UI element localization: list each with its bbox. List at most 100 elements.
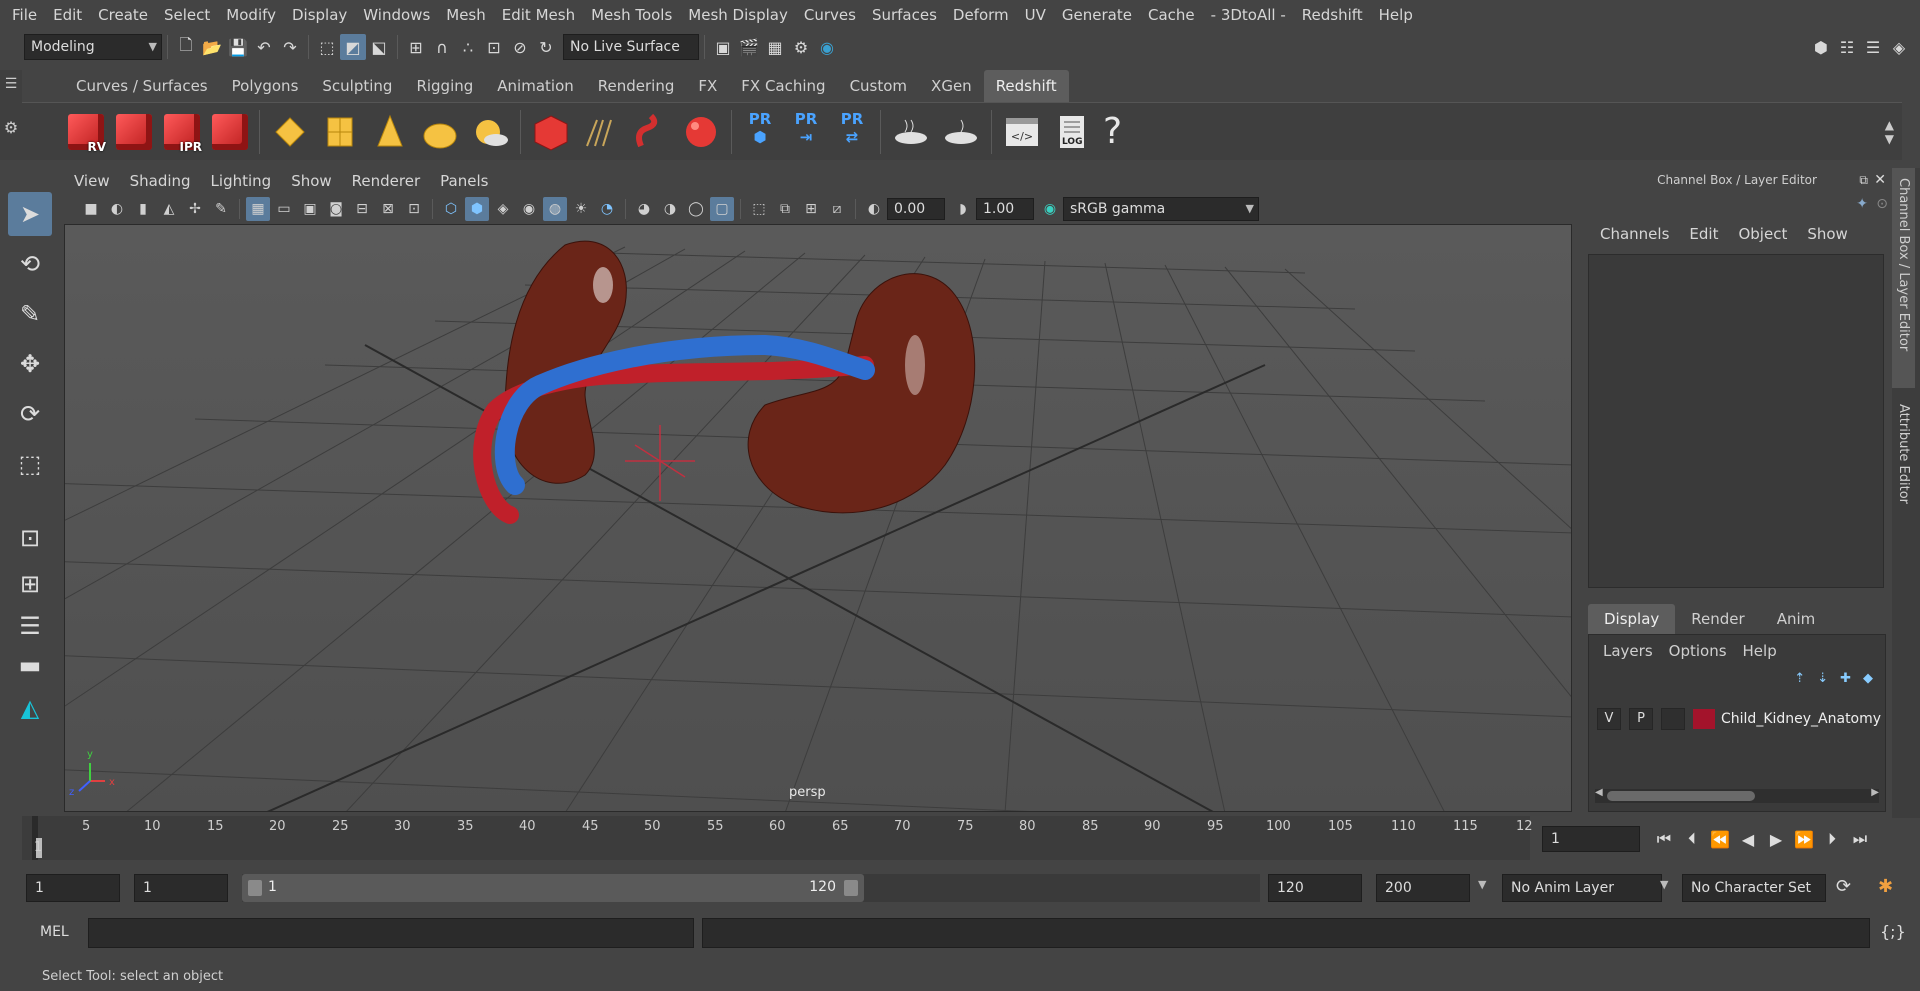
- backface-culling-icon[interactable]: ⧄: [825, 197, 849, 221]
- step-forward-icon[interactable]: ⏵: [1818, 825, 1846, 853]
- snap-curve-icon[interactable]: ∩: [429, 34, 455, 60]
- dome-light-icon[interactable]: [420, 112, 460, 152]
- two-d-pan-icon[interactable]: ✢: [183, 197, 207, 221]
- camera-attributes-icon[interactable]: ◐: [105, 197, 129, 221]
- render-view-icon[interactable]: ▣: [710, 34, 736, 60]
- play-forward-icon[interactable]: ▶: [1762, 825, 1790, 853]
- outliner-layout-icon[interactable]: ☰: [8, 608, 52, 644]
- snap-point-icon[interactable]: ∴: [455, 34, 481, 60]
- range-end-grip[interactable]: [844, 880, 858, 896]
- menu-select[interactable]: Select: [156, 0, 218, 30]
- hair-icon[interactable]: [581, 112, 621, 152]
- redshift-ipr-icon[interactable]: IPR: [162, 110, 202, 154]
- redo-icon[interactable]: ↷: [277, 34, 303, 60]
- isolate-select-icon[interactable]: ▢: [710, 197, 734, 221]
- channel-box-list[interactable]: [1588, 254, 1884, 588]
- menu-file[interactable]: File: [4, 0, 45, 30]
- viewport-menu-renderer[interactable]: Renderer: [342, 168, 430, 194]
- layer-menu-help[interactable]: Help: [1735, 639, 1785, 663]
- menu-edit-mesh[interactable]: Edit Mesh: [494, 0, 583, 30]
- layer-name[interactable]: Child_Kidney_Anatomy: [1721, 711, 1881, 727]
- tab-rigging[interactable]: Rigging: [404, 70, 485, 102]
- undo-icon[interactable]: ↶: [251, 34, 277, 60]
- color-management-icon[interactable]: ◉: [1038, 197, 1062, 221]
- depth-of-field-icon[interactable]: ◯: [684, 197, 708, 221]
- move-layer-down-icon[interactable]: ⇣: [1817, 671, 1828, 686]
- ipr-render-icon[interactable]: ▦: [762, 34, 788, 60]
- end-time-field[interactable]: 200: [1376, 874, 1470, 902]
- move-layer-up-icon[interactable]: ⇡: [1794, 671, 1805, 686]
- preferences-icon[interactable]: ✱: [1878, 876, 1893, 897]
- sync-icon[interactable]: ⊙: [1876, 196, 1888, 212]
- layer-scrollbar[interactable]: ◀ ▶: [1595, 787, 1879, 803]
- viewport-menu-panels[interactable]: Panels: [430, 168, 498, 194]
- safe-title-icon[interactable]: ⊡: [402, 197, 426, 221]
- grease-pencil-icon[interactable]: ✎: [209, 197, 233, 221]
- exposure-field[interactable]: 0.00: [887, 198, 945, 220]
- safe-action-icon[interactable]: ⊠: [376, 197, 400, 221]
- command-input[interactable]: [88, 918, 694, 948]
- playback-end-field[interactable]: 120: [1268, 874, 1362, 902]
- post-render-export-icon[interactable]: PR ⇥: [786, 110, 826, 154]
- tab-xgen[interactable]: XGen: [919, 70, 984, 102]
- textured-icon[interactable]: ◉: [517, 197, 541, 221]
- go-to-start-icon[interactable]: ⏮: [1650, 825, 1678, 853]
- manipulator-icon[interactable]: ✦: [1856, 196, 1868, 212]
- render-frame-icon[interactable]: 🎬: [736, 34, 762, 60]
- exposure-icon[interactable]: ◐: [862, 197, 886, 221]
- tab-custom[interactable]: Custom: [838, 70, 919, 102]
- sun-sky-icon[interactable]: [470, 112, 510, 152]
- layer-display-type[interactable]: [1661, 708, 1685, 730]
- new-layer-selected-icon[interactable]: ◆: [1863, 671, 1873, 686]
- gamma-field[interactable]: 1.00: [976, 198, 1034, 220]
- post-render-box-icon[interactable]: PR ⬢: [740, 110, 780, 154]
- step-forward-key-icon[interactable]: ⏩: [1790, 825, 1818, 853]
- bake-options-icon[interactable]: [941, 112, 981, 152]
- channel-box-menu-show[interactable]: Show: [1797, 214, 1857, 254]
- camera-icon[interactable]: ■: [79, 197, 103, 221]
- open-scene-icon[interactable]: 📂: [199, 34, 225, 60]
- wireframe-on-shaded-icon[interactable]: ◈: [491, 197, 515, 221]
- scroll-right-icon[interactable]: ▶: [1871, 787, 1879, 798]
- redshift-render-icon[interactable]: [114, 110, 154, 154]
- physical-light-icon[interactable]: [320, 112, 360, 152]
- single-view-layout-icon[interactable]: ⊡: [8, 516, 52, 560]
- select-hierarchy-icon[interactable]: ⬚: [314, 34, 340, 60]
- time-slider[interactable]: 1 5 10 15 20 25 30 35 40 45 50 55 60 65 …: [22, 816, 1533, 860]
- go-to-end-icon[interactable]: ⏭: [1846, 825, 1874, 853]
- menu-redshift[interactable]: Redshift: [1294, 0, 1371, 30]
- rotate-tool-icon[interactable]: ⟳: [8, 392, 52, 436]
- select-component-icon[interactable]: ⬕: [366, 34, 392, 60]
- select-object-icon[interactable]: ◩: [340, 34, 366, 60]
- auto-key-icon[interactable]: ⟳: [1836, 876, 1851, 897]
- bake-icon[interactable]: [891, 112, 931, 152]
- anim-layer-field[interactable]: No Anim Layer: [1502, 874, 1662, 902]
- menu-surfaces[interactable]: Surfaces: [864, 0, 945, 30]
- grid-toggle-icon[interactable]: ▦: [246, 197, 270, 221]
- menu-display[interactable]: Display: [284, 0, 355, 30]
- tab-fx-caching[interactable]: FX Caching: [729, 70, 837, 102]
- layout-toggle-icon[interactable]: ▬: [8, 650, 52, 680]
- tab-curves-surfaces[interactable]: Curves / Surfaces: [64, 70, 220, 102]
- step-back-key-icon[interactable]: ⏪: [1706, 825, 1734, 853]
- tab-redshift[interactable]: Redshift: [983, 70, 1069, 102]
- tool-settings-toggle-icon[interactable]: ☰: [1860, 34, 1886, 60]
- new-layer-icon[interactable]: ✚: [1840, 671, 1851, 686]
- help-icon[interactable]: ?: [1103, 111, 1122, 152]
- tab-polygons[interactable]: Polygons: [220, 70, 311, 102]
- resolution-gate-icon[interactable]: ▣: [298, 197, 322, 221]
- channel-box-menu-edit[interactable]: Edit: [1679, 214, 1728, 254]
- viewport-canvas[interactable]: x y z persp: [64, 224, 1572, 812]
- mode-dropdown[interactable]: Modeling ▼: [24, 34, 162, 60]
- chevron-down-icon[interactable]: ▼: [1660, 878, 1668, 891]
- snap-view-icon[interactable]: ⊡: [481, 34, 507, 60]
- lasso-tool-icon[interactable]: ⟲: [8, 242, 52, 286]
- smooth-shade-icon[interactable]: ⬢: [465, 197, 489, 221]
- log-icon[interactable]: LOG: [1052, 112, 1092, 152]
- sphere-object-icon[interactable]: [681, 112, 721, 152]
- menu-help[interactable]: Help: [1371, 0, 1421, 30]
- channel-box-toggle-icon[interactable]: ☷: [1834, 34, 1860, 60]
- image-plane-icon[interactable]: ◭: [157, 197, 181, 221]
- move-tool-icon[interactable]: ✥: [8, 342, 52, 386]
- xray-active-icon[interactable]: ⊞: [799, 197, 823, 221]
